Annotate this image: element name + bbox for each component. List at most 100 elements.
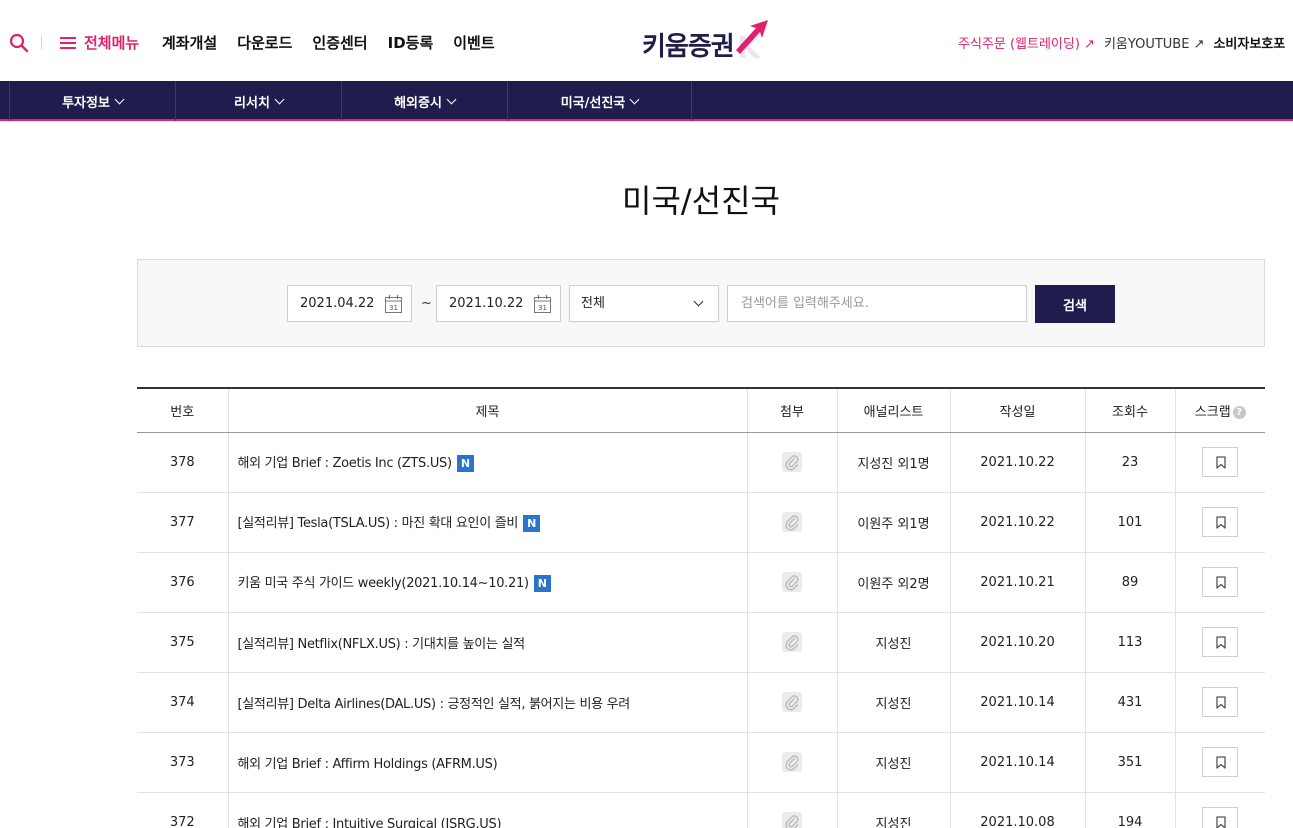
paperclip-icon[interactable] (782, 632, 802, 652)
youtube-link[interactable]: 키움YOUTUBE ↗ (1104, 33, 1205, 52)
paperclip-icon[interactable] (782, 572, 802, 592)
table-row: 373 해외 기업 Brief : Affirm Holdings (AFRM.U… (137, 732, 1265, 793)
table-row: 374 [실적리뷰] Delta Airlines(DAL.US) : 긍정적인 … (137, 672, 1265, 733)
row-scrap-cell (1174, 732, 1265, 793)
row-date: 2021.10.20 (949, 612, 1085, 673)
bookmark-icon[interactable] (1202, 567, 1239, 597)
row-attachment-cell (746, 672, 837, 733)
row-attachment-cell (746, 612, 837, 673)
col-header-scrap: 스크랩? (1174, 387, 1265, 433)
bookmark-icon[interactable] (1202, 747, 1239, 777)
row-analyst: 지성진 (836, 672, 950, 733)
col-header-number: 번호 (137, 387, 228, 433)
report-title-link[interactable]: 해외 기업 Brief : Affirm Holdings (AFRM.US) (238, 757, 498, 772)
row-date: 2021.10.14 (949, 672, 1085, 733)
all-menu-button[interactable]: 전체메뉴 (60, 32, 139, 53)
web-trading-link[interactable]: 주식주문 (웹트레이딩) ↗ (958, 33, 1095, 52)
paperclip-icon[interactable] (782, 512, 802, 532)
report-title-link[interactable]: 해외 기업 Brief : Intuitive Surgical (ISRG.U… (238, 817, 502, 828)
bookmark-icon[interactable] (1202, 447, 1239, 477)
consumer-protection-link[interactable]: 소비자보호포 (1213, 33, 1285, 52)
row-analyst: 이원주 외2명 (836, 552, 950, 613)
row-title-cell: 해외 기업 Brief : Affirm Holdings (AFRM.US) (227, 732, 747, 793)
date-range-separator: ~ (421, 296, 432, 311)
gnb-event[interactable]: 이벤트 (453, 32, 494, 53)
row-views: 101 (1084, 492, 1175, 553)
row-title-cell: 해외 기업 Brief : Intuitive Surgical (ISRG.U… (227, 792, 747, 828)
svg-text:31: 31 (389, 304, 398, 312)
bookmark-icon[interactable] (1202, 507, 1239, 537)
col-header-attachment: 첨부 (746, 387, 837, 433)
gnb-cert-center[interactable]: 인증센터 (312, 32, 367, 53)
logo-text: 키움증권 (642, 32, 735, 62)
row-views: 351 (1084, 732, 1175, 793)
row-scrap-cell (1174, 552, 1265, 613)
gnb-download[interactable]: 다운로드 (237, 32, 292, 53)
end-date-field[interactable]: 2021.10.22 31 (436, 285, 561, 322)
row-scrap-cell (1174, 672, 1265, 733)
col-header-views: 조회수 (1084, 387, 1175, 433)
nav-investment-info[interactable]: 투자정보 (10, 81, 176, 121)
hamburger-icon (60, 36, 76, 50)
row-title-cell: [실적리뷰] Tesla(TSLA.US) : 마진 확대 요인이 즐비 N (227, 492, 747, 553)
scrap-header-label: 스크랩 (1194, 404, 1231, 420)
row-title-cell: 키움 미국 주식 가이드 weekly(2021.10.14~10.21) N (227, 552, 747, 613)
chevron-down-icon (114, 94, 125, 104)
category-select[interactable]: 전체 (569, 285, 719, 322)
row-analyst: 지성진 외1명 (836, 432, 950, 493)
gnb-id-register[interactable]: ID등록 (388, 32, 434, 53)
question-icon[interactable]: ? (1232, 405, 1246, 419)
paperclip-icon[interactable] (782, 812, 802, 828)
paperclip-icon[interactable] (782, 452, 802, 472)
gnb-account-open[interactable]: 계좌개설 (162, 32, 217, 53)
svg-text:31: 31 (538, 304, 547, 312)
report-title-link[interactable]: [실적리뷰] Netflix(NFLX.US) : 기대치를 높이는 실적 (238, 637, 526, 652)
report-title-link[interactable]: [실적리뷰] Delta Airlines(DAL.US) : 긍정적인 실적,… (238, 697, 631, 712)
search-button[interactable]: 검색 (1035, 285, 1115, 323)
row-attachment-cell (746, 732, 837, 793)
row-scrap-cell (1174, 432, 1265, 493)
bookmark-icon[interactable] (1202, 807, 1239, 828)
nav-us-developed[interactable]: 미국/선진국 (508, 81, 692, 121)
new-badge: N (533, 575, 551, 592)
chevron-down-icon (274, 94, 285, 104)
col-header-title: 제목 (227, 387, 747, 433)
row-scrap-cell (1174, 792, 1265, 828)
col-header-date: 작성일 (949, 387, 1085, 433)
nav-overseas-market[interactable]: 해외증시 (342, 81, 508, 121)
table-row: 376 키움 미국 주식 가이드 weekly(2021.10.14~10.21)… (137, 552, 1265, 613)
report-title-link[interactable]: 해외 기업 Brief : Zoetis Inc (ZTS.US) (238, 456, 453, 471)
main-nav: 투자정보 리서치 해외증시 미국/선진국 (0, 81, 1293, 121)
page-title: 미국/선진국 (622, 182, 780, 220)
row-attachment-cell (746, 792, 837, 828)
table-row: 377 [실적리뷰] Tesla(TSLA.US) : 마진 확대 요인이 즐비 N… (137, 492, 1265, 553)
nav-label: 해외증시 (394, 95, 442, 111)
calendar-icon[interactable]: 31 (534, 295, 551, 313)
row-date: 2021.10.21 (949, 552, 1085, 613)
report-title-link[interactable]: [실적리뷰] Tesla(TSLA.US) : 마진 확대 요인이 즐비 (238, 516, 519, 531)
row-attachment-cell (746, 552, 837, 613)
col-header-analyst: 애널리스트 (836, 387, 950, 433)
nav-research[interactable]: 리서치 (176, 81, 342, 121)
paperclip-icon[interactable] (782, 752, 802, 772)
logo-arrow-icon: K (736, 20, 768, 62)
row-analyst: 지성진 (836, 612, 950, 673)
calendar-icon[interactable]: 31 (385, 295, 402, 313)
utility-links: 주식주문 (웹트레이딩) ↗ 키움YOUTUBE ↗ 소비자보호포 (958, 33, 1285, 52)
chevron-down-icon (693, 296, 704, 307)
chevron-down-icon (446, 94, 457, 104)
row-views: 194 (1084, 792, 1175, 828)
paperclip-icon[interactable] (782, 692, 802, 712)
keyword-input[interactable] (727, 285, 1027, 322)
row-date: 2021.10.22 (949, 492, 1085, 553)
report-table: 번호 제목 첨부 애널리스트 작성일 조회수 스크랩? 378 해외 기업 Bri… (137, 387, 1265, 828)
report-title-link[interactable]: 키움 미국 주식 가이드 weekly(2021.10.14~10.21) (238, 576, 530, 591)
row-title-cell: 해외 기업 Brief : Zoetis Inc (ZTS.US) N (227, 432, 747, 493)
row-scrap-cell (1174, 492, 1265, 553)
bookmark-icon[interactable] (1202, 627, 1239, 657)
logo[interactable]: 키움증권 K (642, 18, 772, 62)
search-icon[interactable] (9, 33, 29, 53)
top-header: 전체메뉴 계좌개설 다운로드 인증센터 ID등록 이벤트 키움증권 K 주식주문… (0, 0, 1293, 81)
bookmark-icon[interactable] (1202, 687, 1239, 717)
start-date-field[interactable]: 2021.04.22 31 (287, 285, 412, 322)
